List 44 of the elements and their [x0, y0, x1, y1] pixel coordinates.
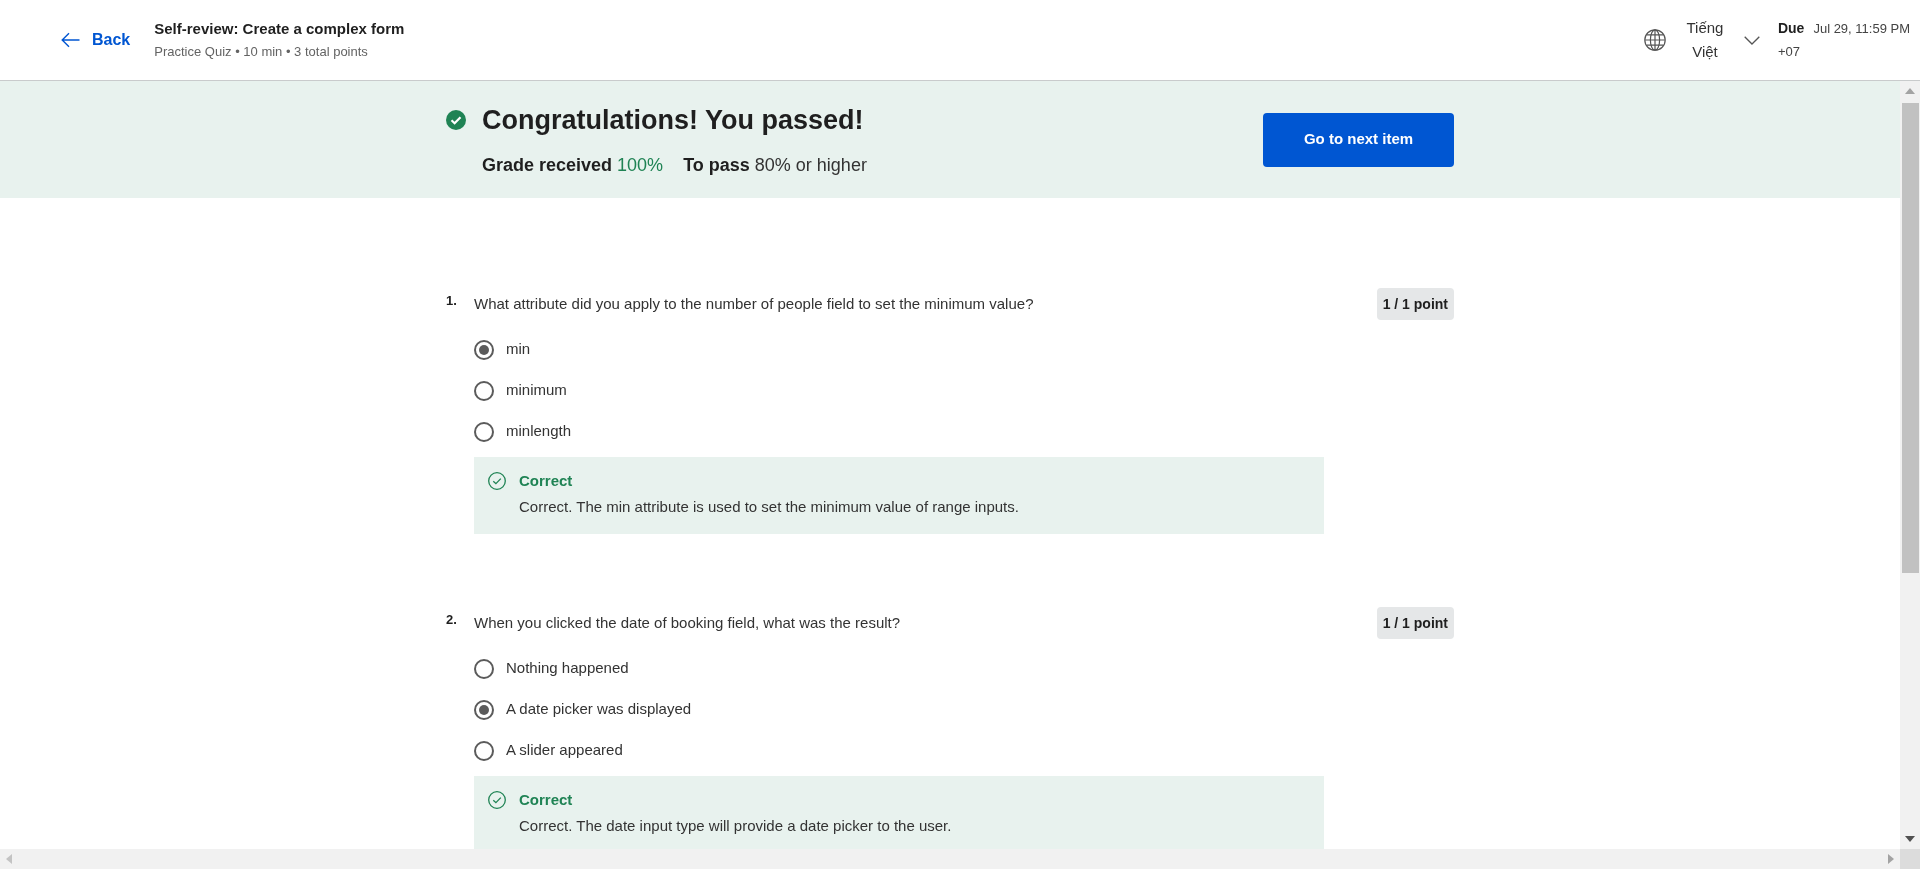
chevron-down-icon: [1743, 35, 1760, 45]
radio-button[interactable]: [474, 421, 494, 442]
radio-button[interactable]: [474, 699, 494, 720]
points-badge: 1 / 1 point: [1376, 607, 1454, 639]
points-badge: 1 / 1 point: [1376, 288, 1454, 320]
feedback-title: Correct: [519, 471, 574, 491]
language-selector[interactable]: Tiếng Việt: [1643, 16, 1760, 64]
next-item-button[interactable]: Go to next item: [1263, 112, 1454, 167]
question-number: 2.: [446, 611, 458, 629]
option-label[interactable]: minlength: [506, 420, 572, 443]
quiz-details: Practice Quiz • 10 min • 3 total points: [154, 43, 369, 61]
globe-icon: [1643, 29, 1666, 51]
result-title: Congratulations! You passed!: [482, 104, 864, 137]
radio-button[interactable]: [474, 658, 494, 679]
question-text: When you clicked the date of booking field, what was the result?: [474, 613, 902, 633]
option-label[interactable]: min: [506, 338, 531, 361]
vertical-scrollbar[interactable]: [1900, 81, 1920, 849]
option-label[interactable]: minimum: [506, 379, 567, 402]
back-link[interactable]: Back: [61, 28, 131, 52]
scrollbar-thumb[interactable]: [1901, 103, 1919, 573]
scrollbar-corner: [1900, 849, 1920, 869]
grade-label: Grade received: [482, 154, 613, 177]
option-label[interactable]: A slider appeared: [506, 739, 623, 762]
pass-value: 80% or higher: [754, 154, 867, 177]
check-circle-icon: [488, 791, 506, 809]
radio-button[interactable]: [474, 380, 494, 401]
pass-label: To pass: [683, 154, 750, 177]
feedback-text: Correct. The min attribute is used to set the minimum value of range inputs.: [519, 497, 1019, 517]
due-date: Jul 29, 11:59 PM: [1813, 20, 1910, 38]
radio-button[interactable]: [474, 740, 494, 761]
option-label[interactable]: A date picker was displayed: [506, 698, 692, 721]
check-circle-icon: [488, 472, 506, 490]
scroll-down-icon[interactable]: [1905, 836, 1915, 842]
feedback-title: Correct: [519, 790, 574, 810]
question-text: What attribute did you apply to the number of people field to set the minimum value?: [474, 294, 1035, 314]
quiz-title: Self-review: Create a complex form: [154, 19, 405, 39]
back-arrow-icon: [61, 32, 80, 48]
feedback-text: Correct. The date input type will provide a date picker to the user.: [519, 816, 952, 836]
grade-value: 100%: [617, 154, 664, 177]
question-number: 1.: [446, 292, 458, 310]
radio-button[interactable]: [474, 339, 494, 360]
option-label[interactable]: Nothing happened: [506, 657, 629, 680]
due-timezone: +07: [1777, 44, 1800, 59]
due-label: Due: [1777, 19, 1805, 38]
